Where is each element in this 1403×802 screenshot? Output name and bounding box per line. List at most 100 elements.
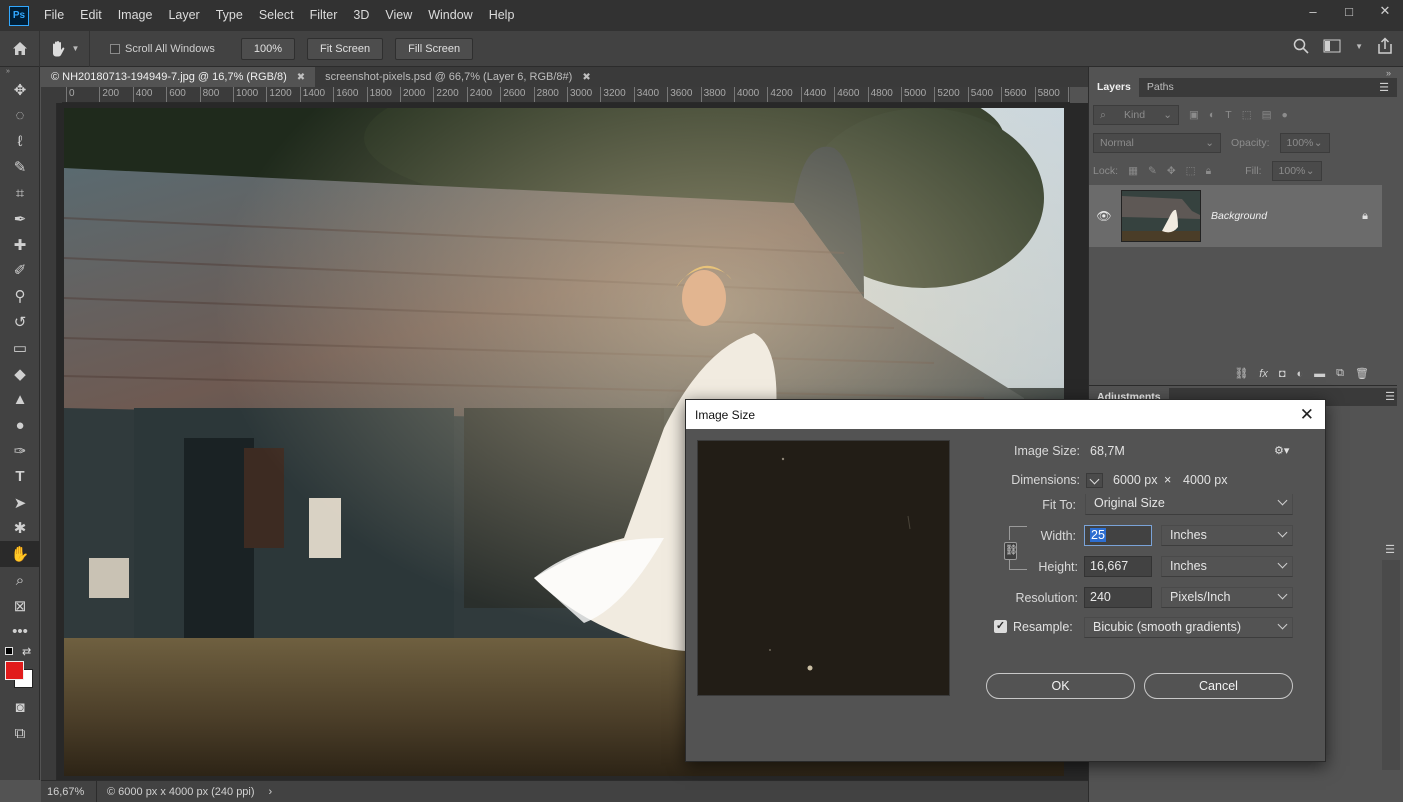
menu-view[interactable]: View <box>377 0 420 31</box>
ok-button[interactable]: OK <box>986 673 1135 699</box>
zoom-level-field[interactable]: 16,67% <box>41 780 97 802</box>
home-button[interactable] <box>0 30 40 67</box>
opacity-field[interactable]: 100% ⌄ <box>1279 133 1330 153</box>
fit-to-select[interactable]: Original Size <box>1085 494 1293 515</box>
filter-pixel-icon[interactable]: ▣ <box>1189 109 1199 121</box>
eraser-tool-icon[interactable]: ▭ <box>0 335 40 361</box>
menu-type[interactable]: Type <box>208 0 251 31</box>
menu-edit[interactable]: Edit <box>72 0 110 31</box>
crop-tool-icon[interactable]: ⌗ <box>0 180 40 206</box>
lock-pixels-icon[interactable]: ✎ <box>1148 165 1157 177</box>
tab-layers[interactable]: Layers <box>1089 78 1139 97</box>
tab-document-2[interactable]: screenshot-pixels.psd @ 66,7% (Layer 6, … <box>315 67 601 87</box>
clone-stamp-tool-icon[interactable]: ⚲ <box>0 283 40 309</box>
menu-window[interactable]: Window <box>420 0 480 31</box>
menu-help[interactable]: Help <box>481 0 523 31</box>
quick-mask-icon[interactable]: ◙ <box>0 695 40 721</box>
close-icon[interactable]: ✕ <box>1300 405 1314 425</box>
cancel-button[interactable]: Cancel <box>1144 673 1293 699</box>
chevron-down-icon[interactable]: ▼ <box>1355 42 1363 51</box>
close-icon[interactable]: ✖ <box>582 72 590 83</box>
panel-menu-icon[interactable]: ☰ <box>1385 390 1395 403</box>
menu-3d[interactable]: 3D <box>345 0 377 31</box>
workspace-icon[interactable] <box>1323 39 1341 53</box>
fx-icon[interactable]: fx <box>1259 368 1268 380</box>
gear-icon[interactable]: ⚙▾ <box>1274 444 1289 457</box>
resolution-input[interactable]: 240 <box>1084 587 1152 608</box>
filter-toggle-icon[interactable]: ● <box>1282 109 1288 121</box>
panel-menu-icon[interactable]: ☰ <box>1385 543 1395 556</box>
type-tool-icon[interactable]: T <box>0 464 40 490</box>
custom-shape-tool-icon[interactable]: ✱ <box>0 516 40 542</box>
fill-field[interactable]: 100% ⌄ <box>1271 161 1322 181</box>
link-layers-icon[interactable]: ⛓ <box>1234 367 1248 380</box>
trash-icon[interactable]: 🗑︎ <box>1355 367 1369 380</box>
menu-file[interactable]: File <box>36 0 72 31</box>
pen-tool-icon[interactable]: ✑ <box>0 438 40 464</box>
filter-smart-object-icon[interactable]: ▤ <box>1262 109 1272 121</box>
default-colors-icon[interactable] <box>5 646 13 655</box>
new-group-icon[interactable]: ▬ <box>1314 368 1325 380</box>
menu-filter[interactable]: Filter <box>302 0 346 31</box>
close-icon[interactable]: ✖ <box>297 72 305 83</box>
lock-artboard-icon[interactable]: ⬚ <box>1186 165 1196 177</box>
filter-shape-icon[interactable]: ⬚ <box>1242 109 1252 121</box>
width-input[interactable]: 25 <box>1084 525 1152 546</box>
resample-method-select[interactable]: Bicubic (smooth gradients) <box>1084 617 1293 638</box>
adjustment-layer-icon[interactable]: ◐ <box>1297 368 1304 380</box>
fit-screen-button[interactable]: Fit Screen <box>307 37 384 60</box>
panel-scrollbar[interactable] <box>1382 560 1400 770</box>
more-tools-icon[interactable]: ••• <box>0 619 40 645</box>
close-window-button[interactable]: ✕ <box>1367 0 1403 22</box>
minimize-button[interactable]: – <box>1295 0 1331 22</box>
menu-image[interactable]: Image <box>110 0 161 31</box>
dodge-tool-icon[interactable]: ● <box>0 412 40 438</box>
layer-row[interactable]: 👁︎ Background 🔒︎ <box>1089 185 1382 247</box>
blend-mode-select[interactable]: Normal ⌄ <box>1093 133 1221 153</box>
width-unit-select[interactable]: Inches <box>1161 525 1293 546</box>
link-icon[interactable]: ⛓ <box>1004 542 1018 560</box>
menu-layer[interactable]: Layer <box>160 0 207 31</box>
lock-icon[interactable]: 🔒︎ <box>1206 165 1212 178</box>
lock-transparency-icon[interactable]: ▦ <box>1128 165 1138 177</box>
quick-selection-tool-icon[interactable]: ✎ <box>0 154 40 180</box>
panel-menu-icon[interactable]: ☰ <box>1379 81 1389 94</box>
resample-checkbox[interactable]: ✓ <box>994 620 1007 633</box>
dialog-titlebar[interactable]: Image Size ✕ <box>686 400 1325 429</box>
menu-select[interactable]: Select <box>251 0 302 31</box>
paint-bucket-tool-icon[interactable]: ◆ <box>0 361 40 387</box>
horizontal-ruler[interactable]: 0 200 400 600 800 1000 1200 1400 1600 1800 2000 220… <box>62 87 1070 103</box>
lasso-tool-icon[interactable]: ℓ <box>0 129 40 155</box>
share-icon[interactable] <box>1377 37 1393 55</box>
checkbox-box[interactable] <box>110 43 120 54</box>
lock-position-icon[interactable]: ✥ <box>1167 165 1176 177</box>
screen-mode-icon[interactable]: ⧉ <box>0 720 40 746</box>
preview-pane[interactable] <box>697 440 950 696</box>
foreground-color-swatch[interactable] <box>5 660 24 680</box>
healing-brush-tool-icon[interactable]: ✚ <box>0 232 40 258</box>
blur-tool-icon[interactable]: ▲ <box>0 387 40 413</box>
move-tool-icon[interactable]: ✥ <box>0 77 40 103</box>
swap-colors-icon[interactable]: ⇄ <box>22 645 31 658</box>
layer-name[interactable]: Background <box>1211 210 1362 222</box>
filter-kind-select[interactable]: ⌕ Kind ⌄ <box>1093 105 1179 125</box>
vertical-ruler[interactable] <box>41 103 57 780</box>
history-brush-tool-icon[interactable]: ↺ <box>0 309 40 335</box>
collapse-arrows-icon[interactable]: » <box>0 67 39 77</box>
scroll-all-windows-checkbox[interactable]: Scroll All Windows <box>110 43 215 55</box>
fill-screen-button[interactable]: Fill Screen <box>395 37 474 60</box>
eyedropper-tool-icon[interactable]: ✒ <box>0 206 40 232</box>
search-icon[interactable] <box>1293 38 1309 54</box>
filter-type-icon[interactable]: T <box>1225 109 1231 121</box>
hand-tool-icon[interactable]: ✋ <box>0 541 40 568</box>
resolution-unit-select[interactable]: Pixels/Inch <box>1161 587 1293 608</box>
tab-paths[interactable]: Paths <box>1139 78 1182 97</box>
zoom-tool-icon[interactable]: ⌕ <box>0 567 40 593</box>
frame-tool-icon[interactable]: ⊠ <box>0 593 40 619</box>
height-input[interactable]: 16,667 <box>1084 556 1152 577</box>
maximize-button[interactable]: □ <box>1331 0 1367 22</box>
path-selection-tool-icon[interactable]: ➤ <box>0 490 40 516</box>
tool-preset-picker[interactable]: ▼ <box>40 30 90 67</box>
collapse-panels-icon[interactable]: » <box>1386 68 1391 78</box>
lock-icon[interactable]: 🔒︎ <box>1362 210 1368 223</box>
